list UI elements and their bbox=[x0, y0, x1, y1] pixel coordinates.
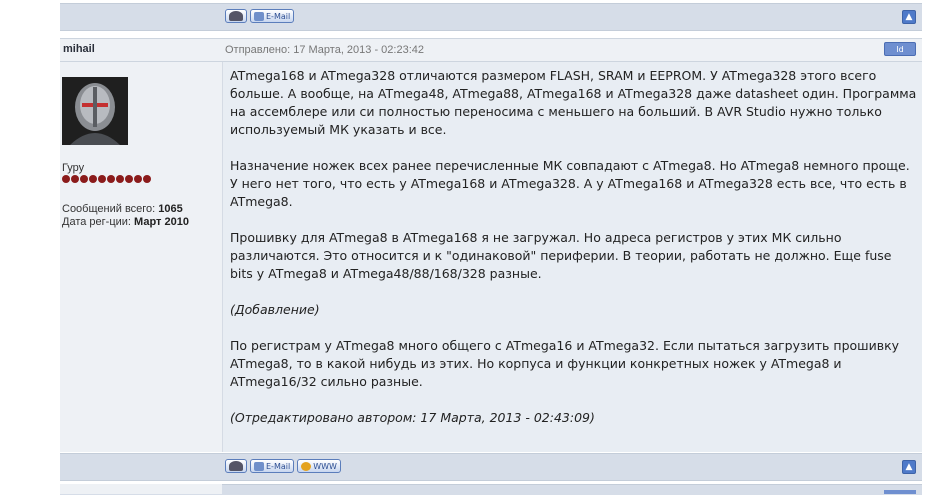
post-author[interactable]: mihail bbox=[63, 43, 95, 55]
user-rank: Гуру bbox=[62, 162, 85, 174]
messages-count: 1065 bbox=[158, 203, 183, 215]
next-post-id-button[interactable] bbox=[884, 490, 916, 494]
email-button[interactable]: E-Mail bbox=[250, 9, 295, 23]
rank-star-icon bbox=[134, 175, 142, 183]
profile-button[interactable] bbox=[225, 459, 247, 473]
rank-star-icon bbox=[116, 175, 124, 183]
forum-thread: E-Mail ▲ mihail Отправлено: 17 Марта, 20… bbox=[60, 0, 922, 495]
www-button[interactable]: WWW bbox=[297, 459, 341, 473]
rank-star-icon bbox=[98, 175, 106, 183]
email-button-label: E-Mail bbox=[266, 11, 291, 21]
arrow-up-icon: ▲ bbox=[905, 462, 913, 472]
rank-star-icon bbox=[71, 175, 79, 183]
post-paragraph: Прошивку для ATmega8 в ATmega168 я не за… bbox=[230, 230, 892, 281]
email-button[interactable]: E-Mail bbox=[250, 459, 295, 473]
messages-label: Сообщений всего: bbox=[62, 203, 156, 215]
messages-stat: Сообщений всего: 1065 bbox=[62, 203, 183, 215]
rank-star-icon bbox=[143, 175, 151, 183]
rank-stars bbox=[62, 175, 151, 183]
post-paragraph: По регистрам у ATmega8 много общего с AT… bbox=[230, 338, 900, 389]
scroll-top-button[interactable]: ▲ bbox=[902, 460, 916, 474]
rank-star-icon bbox=[62, 175, 70, 183]
home-icon bbox=[301, 461, 312, 471]
reg-label: Дата рег-ции: bbox=[62, 216, 131, 228]
email-icon bbox=[254, 11, 264, 21]
profile-button[interactable] bbox=[225, 9, 247, 23]
post-id-button[interactable]: Id bbox=[884, 42, 916, 56]
post-header: mihail Отправлено: 17 Марта, 2013 - 02:2… bbox=[60, 38, 922, 62]
user-icon bbox=[229, 11, 243, 21]
rank-star-icon bbox=[125, 175, 133, 183]
author-info: Гуру Сообщений всего: 1065 Дата рег-ции:… bbox=[60, 62, 222, 452]
post-body: ATmega168 и ATmega328 отличаются размеро… bbox=[230, 67, 918, 445]
next-post-author-cell bbox=[60, 484, 222, 494]
email-icon bbox=[254, 461, 264, 471]
rank-star-icon bbox=[80, 175, 88, 183]
registration-stat: Дата рег-ции: Март 2010 bbox=[62, 216, 189, 228]
post-paragraph: Назначение ножек всех ранее перечисленны… bbox=[230, 158, 910, 209]
post-actions: E-Mail WWW bbox=[225, 459, 341, 473]
post-timestamp: Отправлено: 17 Марта, 2013 - 02:23:42 bbox=[225, 44, 424, 56]
prev-post-actions: E-Mail bbox=[225, 9, 295, 23]
reg-date: Март 2010 bbox=[134, 216, 189, 228]
avatar bbox=[62, 77, 128, 145]
email-button-label: E-Mail bbox=[266, 461, 291, 471]
post-footer-bar: E-Mail WWW ▲ bbox=[60, 453, 922, 481]
scroll-top-button[interactable]: ▲ bbox=[902, 10, 916, 24]
avatar-image bbox=[62, 77, 128, 145]
www-button-label: WWW bbox=[313, 461, 337, 471]
rank-star-icon bbox=[89, 175, 97, 183]
rank-star-icon bbox=[107, 175, 115, 183]
arrow-up-icon: ▲ bbox=[905, 12, 913, 22]
post-id-label: Id bbox=[896, 45, 904, 54]
post-addition-label: (Добавление) bbox=[230, 302, 320, 317]
post-content: ATmega168 и ATmega328 отличаются размеро… bbox=[223, 62, 922, 452]
prev-post-footer-bar: E-Mail ▲ bbox=[60, 3, 922, 31]
post-paragraph: ATmega168 и ATmega328 отличаются размеро… bbox=[230, 68, 917, 137]
post-edited-note: (Отредактировано автором: 17 Марта, 2013… bbox=[230, 410, 595, 425]
user-icon bbox=[229, 461, 243, 471]
